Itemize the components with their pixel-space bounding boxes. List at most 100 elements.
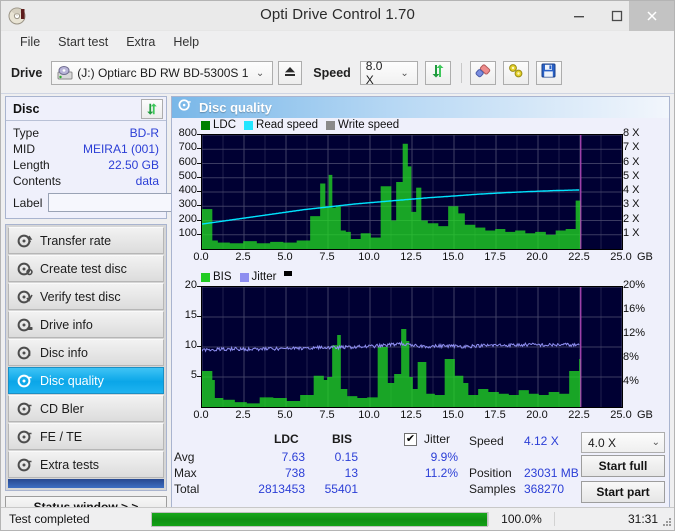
sidebar-item-label: Transfer rate xyxy=(40,233,112,248)
start-full-button[interactable]: Start full xyxy=(581,455,665,477)
close-button[interactable] xyxy=(629,1,674,31)
bot-xtick-label: 25.0 xyxy=(610,409,632,421)
bot-xtick-label: 12.5 xyxy=(400,409,422,421)
speed-select[interactable]: 8.0 X ⌄ xyxy=(359,59,418,87)
bot-y2tick-label: 12% xyxy=(623,327,646,339)
tools-icon xyxy=(508,63,524,84)
jitter-checkbox[interactable]: ✔ xyxy=(404,433,417,446)
stats-value-speed: 4.12 X xyxy=(524,434,559,448)
bot-y2tick-label: 8% xyxy=(623,351,639,363)
bot-xtick-label: 5.0 xyxy=(277,409,293,421)
top-y2tick-label: 2 X xyxy=(623,212,640,225)
disc-label-row: Label xyxy=(13,192,253,213)
top-xtick-label: 7.5 xyxy=(319,251,335,263)
sidebar-item-create-test-disc[interactable]: Create test disc xyxy=(8,255,164,282)
eject-button[interactable] xyxy=(278,61,303,85)
legend-swatch-unlabeled xyxy=(284,270,293,276)
sidebar-item-disc-quality[interactable]: Disc quality xyxy=(8,367,164,394)
stats-avg-ldc: 7.63 xyxy=(281,450,305,464)
top-x-unit-label: GB xyxy=(637,251,653,263)
resize-grip[interactable] xyxy=(661,515,673,527)
bot-xtick-label: 2.5 xyxy=(235,409,251,421)
sidebar-item-cd-bler[interactable]: CD Bler xyxy=(8,395,164,422)
sidebar-item-disc-info[interactable]: Disc info xyxy=(8,339,164,366)
disc-row-mid: MID MEIRA1 (001) xyxy=(13,141,159,157)
top-chart-legend: LDC Read speed Write speed xyxy=(201,119,403,131)
disc-info-icon xyxy=(17,345,33,361)
bot-x-unit-label: GB xyxy=(637,409,653,421)
speed-value: 8.0 X xyxy=(365,59,383,87)
statistics-panel: LDC BIS ✔ Jitter Avg 7.63 0.15 9.9% Max … xyxy=(172,430,669,503)
refresh-button[interactable] xyxy=(424,61,451,85)
bot-y2tick-label: 4% xyxy=(623,375,639,387)
tools-button[interactable] xyxy=(502,61,529,85)
stats-avg-jitter: 9.9% xyxy=(430,450,458,464)
sidebar-item-fe-te[interactable]: FE / TE xyxy=(8,423,164,450)
top-y2tick-label: 5 X xyxy=(623,169,640,182)
menu-item-file[interactable]: File xyxy=(11,33,49,51)
test-speed-value: 4.0 X xyxy=(588,435,617,450)
menu-item-extra[interactable]: Extra xyxy=(117,33,164,51)
nav-list-filler xyxy=(8,479,164,488)
menu-item-start-test[interactable]: Start test xyxy=(49,33,117,51)
sidebar-item-label: Disc quality xyxy=(40,373,104,388)
sidebar-item-extra-tests[interactable]: Extra tests xyxy=(8,451,164,478)
top-xtick-label: 25.0 xyxy=(610,251,632,263)
top-y2tick-label: 7 X xyxy=(623,141,640,154)
chevron-down-icon: ⌄ xyxy=(400,67,409,79)
sidebar-item-drive-info[interactable]: Drive info xyxy=(8,311,164,338)
bot-ytick-mark xyxy=(197,376,201,377)
top-ytick-label: 700 xyxy=(178,141,197,154)
drive-select[interactable]: (J:) Optiarc BD RW BD-5300S 1.06 ⌄ xyxy=(51,61,274,85)
disc-row-key: Length xyxy=(13,158,50,172)
top-ytick-label: 600 xyxy=(178,155,197,168)
progress-bar-fill xyxy=(152,512,487,526)
stats-row-label-max: Max xyxy=(174,466,197,480)
main-panel: Disc quality LDC Read speed Write speed xyxy=(171,96,670,520)
legend-item-unlabeled xyxy=(284,270,293,280)
bot-xtick-label: 7.5 xyxy=(319,409,335,421)
top-ytick-label: 300 xyxy=(178,198,197,211)
eject-icon xyxy=(283,64,297,83)
sidebar-item-verify-test-disc[interactable]: Verify test disc xyxy=(8,283,164,310)
top-ytick-label: 200 xyxy=(178,212,197,225)
bottom-plot-svg xyxy=(202,287,622,407)
save-icon xyxy=(541,63,556,83)
test-speed-select[interactable]: 4.0 X ⌄ xyxy=(581,432,665,453)
eraser-button[interactable] xyxy=(469,61,496,85)
bis-jitter-chart: BIS Jitter 5 10 15 20 4% 8% 12% 16% 20% 0.0 2.5 5.0… xyxy=(172,269,669,429)
sidebar-item-label: CD Bler xyxy=(40,401,84,416)
title-bar: Opti Drive Control 1.70 xyxy=(1,1,674,31)
sidebar-item-transfer-rate[interactable]: Transfer rate xyxy=(8,227,164,254)
sidebar-item-label: Disc info xyxy=(40,345,88,360)
minimize-button[interactable] xyxy=(560,1,598,31)
legend-swatch-bis xyxy=(201,272,210,282)
disc-row-type: Type BD-R xyxy=(13,125,159,141)
top-plot-svg xyxy=(202,135,622,249)
stats-header-jitter: Jitter xyxy=(424,432,451,446)
disc-speed-icon xyxy=(17,233,33,249)
save-button[interactable] xyxy=(535,61,562,85)
stats-total-ldc: 2813453 xyxy=(258,482,305,496)
legend-item-read-speed: Read speed xyxy=(244,119,318,131)
progress-percent: 100.0% xyxy=(488,512,554,526)
bot-xtick-label: 15.0 xyxy=(442,409,464,421)
legend-swatch-ldc xyxy=(201,120,210,130)
nav-list: Transfer rate Create test disc Verify te… xyxy=(5,224,167,491)
bot-xtick-label: 22.5 xyxy=(568,409,590,421)
top-xtick-label: 2.5 xyxy=(235,251,251,263)
start-part-button[interactable]: Start part xyxy=(581,481,665,503)
disc-properties: Type BD-R MID MEIRA1 (001) Length 22.50 … xyxy=(6,121,253,218)
top-y2tick-label: 8 X xyxy=(623,127,640,139)
disc-check-icon xyxy=(17,289,33,305)
menu-item-help[interactable]: Help xyxy=(164,33,208,51)
disc-refresh-button[interactable] xyxy=(141,98,163,119)
disc-fete-icon xyxy=(17,429,33,445)
bot-ytick-label: 5 xyxy=(190,369,197,381)
bot-xtick-label: 17.5 xyxy=(484,409,506,421)
top-ytick-label: 800 xyxy=(178,127,197,139)
disc-quality-icon xyxy=(178,98,192,117)
toolbar: Drive (J:) Optiarc BD RW BD-5300S 1.06 ⌄ xyxy=(1,53,674,94)
legend-item-bis: BIS xyxy=(201,271,232,283)
disc-row-key: Type xyxy=(13,126,40,140)
